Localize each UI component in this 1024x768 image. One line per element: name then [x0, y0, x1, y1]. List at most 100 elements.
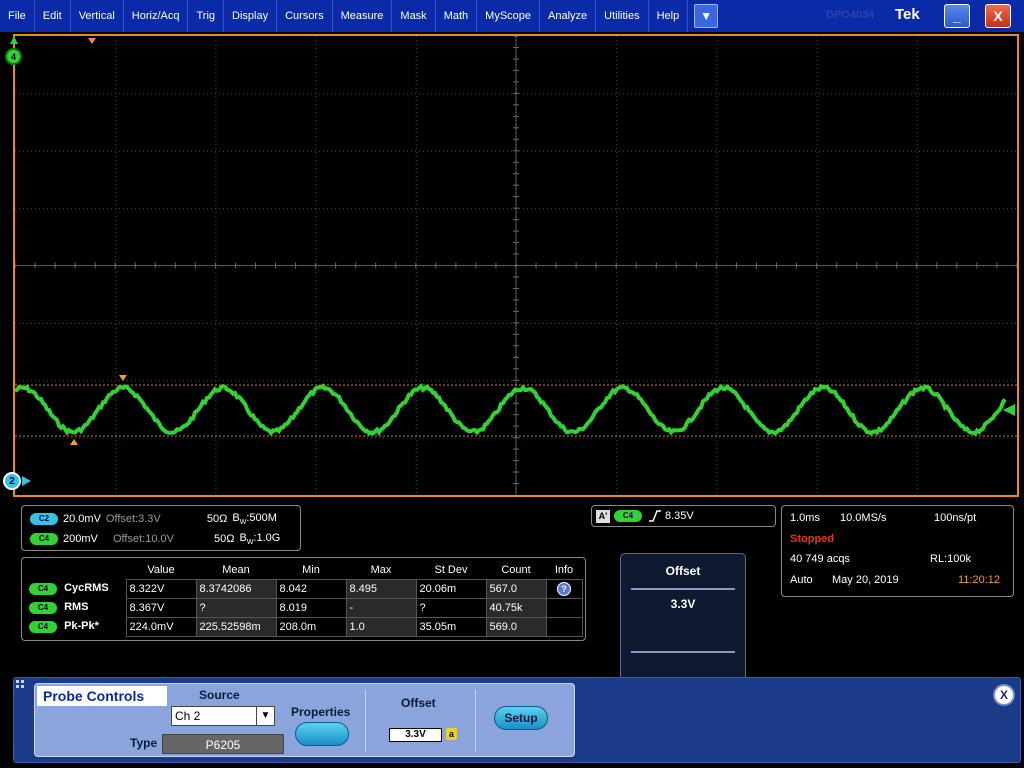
channel-4-badge[interactable]: C4	[30, 533, 58, 545]
acquisition-status: Stopped	[790, 533, 834, 545]
measurement-min: 208.0m	[275, 616, 347, 637]
offset-popup[interactable]: Offset 3.3V	[620, 553, 746, 688]
minimize-button[interactable]: _	[944, 4, 970, 28]
trigger-mode: Auto	[790, 574, 813, 586]
col-mean: Mean	[222, 564, 250, 577]
col-stdev: St Dev	[434, 564, 468, 577]
channel-2-impedance: 50Ω	[206, 513, 228, 525]
time: 11:20:12	[958, 574, 1001, 586]
menu-analyze[interactable]: Analyze	[540, 0, 597, 32]
record-length: RL:100k	[930, 553, 971, 565]
probe-controls-panel: Probe Controls Source Ch 2 ▼ Type P6205 …	[34, 683, 575, 757]
menu-math[interactable]: Math	[436, 0, 478, 32]
channel-2-scale: 20.0mV	[63, 513, 101, 525]
probe-type-value: P6205	[162, 734, 284, 754]
col-max: Max	[370, 564, 392, 577]
acquisition-readout[interactable]: 1.0ms 10.0MS/s 100ns/pt Stopped 40 749 a…	[781, 505, 1014, 597]
measurement-stdev: 20.06m	[415, 578, 487, 599]
source-label: Source	[199, 688, 240, 702]
channel-4-marker[interactable]: 4	[5, 48, 22, 65]
trigger-readout[interactable]: A' C4 8.35V	[591, 505, 776, 527]
col-info: Info	[554, 564, 574, 577]
measurement-value: 8.322V	[125, 578, 197, 599]
date: May 20, 2019	[832, 574, 899, 586]
menu-cursors[interactable]: Cursors	[277, 0, 333, 32]
menu-edit[interactable]: Edit	[35, 0, 71, 32]
offset-popup-title: Offset	[665, 564, 701, 578]
graticule-grid	[15, 36, 1017, 495]
channel-4-marker-arrow-icon	[10, 36, 18, 44]
trigger-level-marker	[1003, 404, 1015, 416]
probe-controls-title: Probe Controls	[37, 686, 167, 706]
divider	[631, 651, 735, 653]
close-controls-button[interactable]: X	[993, 684, 1015, 706]
tek-logo: Tek	[895, 6, 920, 23]
grip-handle-icon[interactable]	[16, 680, 24, 692]
channel-4-marker-label: 4	[10, 51, 16, 62]
measurement-value: 8.367V	[125, 597, 197, 618]
chevron-down-icon[interactable]: ▼	[256, 707, 274, 725]
info-icon[interactable]: ?	[557, 581, 571, 596]
row-channel-badge[interactable]: C4	[29, 621, 57, 633]
menu-mask[interactable]: Mask	[392, 0, 436, 32]
measurement-value: 224.0mV	[125, 616, 197, 637]
measurement-info	[545, 597, 583, 618]
measurement-name: RMS	[64, 601, 89, 613]
menu-myscope[interactable]: MyScope	[477, 0, 541, 32]
divider	[631, 588, 735, 590]
divider	[365, 690, 366, 752]
oscilloscope-app: File Edit Vertical Horiz/Acq Trig Displa…	[0, 0, 1024, 768]
menu-horiz-acq[interactable]: Horiz/Acq	[124, 0, 189, 32]
time-per-div: 1.0ms	[790, 512, 820, 524]
menu-measure[interactable]: Measure	[333, 0, 393, 32]
source-select[interactable]: Ch 2 ▼	[171, 706, 275, 726]
measurement-min: 8.042	[275, 578, 347, 599]
type-label: Type	[130, 736, 158, 750]
properties-button[interactable]	[295, 722, 349, 746]
trigger-level: 8.35V	[665, 510, 694, 522]
col-min: Min	[302, 564, 320, 577]
col-value: Value	[147, 564, 175, 577]
measurement-count: 569.0	[485, 616, 547, 637]
measurement-stdev: ?	[415, 597, 487, 618]
table-row[interactable]: C4 RMS 8.367V ? 8.019 - ? 40.75k	[26, 597, 583, 618]
channel-2-bandwidth: BW:500M	[232, 511, 277, 527]
measurement-name: Pk-Pk*	[64, 620, 99, 632]
measurement-panel[interactable]: Value Mean Min Max St Dev Count Info C4 …	[21, 557, 586, 641]
chevron-down-icon[interactable]: ▼	[694, 4, 719, 28]
measurement-count: 40.75k	[485, 597, 547, 618]
cursor-max-marker	[119, 375, 127, 381]
setup-button[interactable]: Setup	[494, 706, 548, 730]
offset-field[interactable]: 3.3V	[389, 728, 442, 742]
table-row[interactable]: C4 CycRMS 8.322V 8.3742086 8.042 8.495 2…	[26, 578, 583, 599]
channel-readout-panel[interactable]: C2 20.0mV Offset:3.3V 50Ω BW:500M C4 200…	[21, 505, 301, 551]
channel-2-badge[interactable]: C2	[30, 513, 58, 525]
measurement-max: 1.0	[345, 616, 417, 637]
channel-2-readout[interactable]: C2 20.0mV Offset:3.3V 50Ω BW:500M	[30, 511, 282, 527]
menu-file[interactable]: File	[0, 0, 35, 32]
waveform-display[interactable]	[13, 34, 1019, 497]
row-channel-badge[interactable]: C4	[29, 583, 57, 595]
channel-4-bandwidth: BW:1.0G	[239, 531, 281, 547]
channel-2-offset: Offset:3.3V	[105, 513, 161, 525]
measurement-table: Value Mean Min Max St Dev Count Info C4 …	[26, 562, 583, 637]
trigger-source-badge: C4	[614, 510, 642, 522]
offset-popup-value[interactable]: 3.3V	[621, 597, 745, 611]
menu-display[interactable]: Display	[224, 0, 278, 32]
channel-2-marker[interactable]: 2	[3, 472, 21, 490]
menu-trig[interactable]: Trig	[188, 0, 225, 32]
control-window: Probe Controls Source Ch 2 ▼ Type P6205 …	[13, 677, 1021, 763]
close-window-button[interactable]: X	[985, 4, 1011, 28]
resolution: 100ns/pt	[934, 512, 977, 524]
model-watermark: DPO4034	[826, 9, 875, 21]
sample-rate: 10.0MS/s	[840, 512, 887, 524]
menu-utilities[interactable]: Utilities	[596, 0, 649, 32]
measurement-mean: ?	[195, 597, 277, 618]
menu-help[interactable]: Help	[649, 0, 689, 32]
menu-vertical[interactable]: Vertical	[71, 0, 124, 32]
channel-4-waveform	[15, 383, 1007, 437]
channel-4-readout[interactable]: C4 200mV Offset:10.0V 50Ω BW:1.0G	[30, 531, 285, 547]
acquisition-count: 40 749 acqs	[790, 553, 850, 565]
row-channel-badge[interactable]: C4	[29, 602, 57, 614]
table-row[interactable]: C4 Pk-Pk* 224.0mV 225.52598m 208.0m 1.0 …	[26, 616, 583, 637]
